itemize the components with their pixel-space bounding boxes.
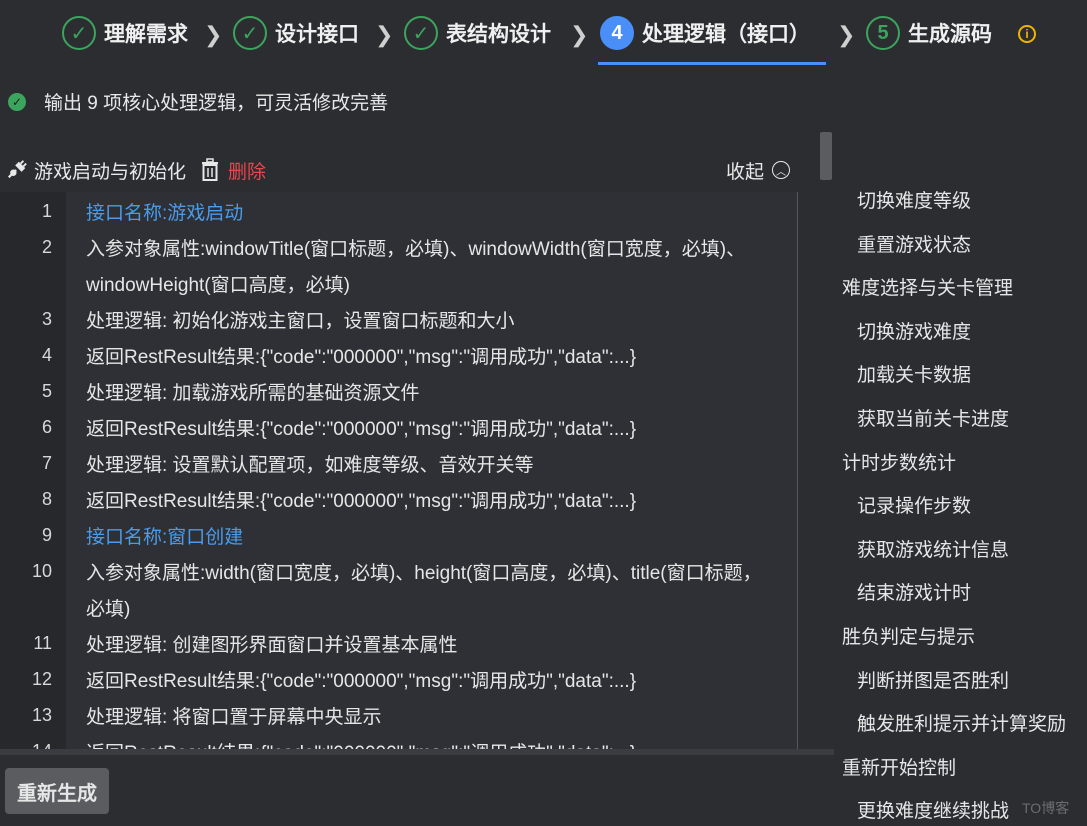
- code-line-text: 返回RestResult结果:{"code":"000000","msg":"调…: [86, 419, 637, 440]
- collapse-button[interactable]: 收起 ︿: [726, 157, 790, 184]
- active-step-underline: [598, 62, 826, 65]
- line-number: 7: [41, 453, 52, 473]
- chevron-right-icon: ❯: [837, 22, 856, 47]
- code-line-text: 处理逻辑: 加载游戏所需的基础资源文件: [86, 383, 420, 404]
- plug-icon: [7, 160, 27, 179]
- step-number-badge: 5: [866, 16, 900, 50]
- nav-group-item[interactable]: 计时步数统计: [842, 448, 956, 475]
- code-line-text: 处理逻辑: 初始化游戏主窗口，设置窗口标题和大小: [86, 311, 515, 332]
- nav-sub-item[interactable]: 加载关卡数据: [857, 360, 971, 387]
- step-label: 理解需求: [104, 23, 188, 46]
- line-number: 1: [41, 201, 52, 221]
- nav-group-item[interactable]: 胜负判定与提示: [842, 622, 975, 649]
- nav-sub-item[interactable]: 重置游戏状态: [857, 230, 971, 257]
- nav-sub-item[interactable]: 切换难度等级: [857, 186, 971, 213]
- step-label: 处理逻辑（接口）: [642, 23, 810, 46]
- nav-sub-item[interactable]: 触发胜利提示并计算奖励: [857, 709, 1066, 736]
- step-generate-source[interactable]: 5 生成源码: [866, 14, 992, 52]
- line-number: 9: [41, 525, 52, 545]
- code-editor[interactable]: 1 接口名称:游戏启动 2 入参对象属性:windowTitle(窗口标题，必填)、w…: [0, 192, 798, 749]
- chevron-up-circle-icon: ︿: [772, 161, 790, 179]
- line-number: 12: [31, 669, 52, 689]
- nav-group-item[interactable]: 重新开始控制: [842, 753, 956, 780]
- status-message: ✓ 输出 9 项核心处理逻辑，可灵活修改完善: [8, 88, 388, 115]
- code-line-text: 处理逻辑: 设置默认配置项，如难度等级、音效开关等: [86, 455, 534, 476]
- step-understand-requirements[interactable]: ✓ 理解需求: [62, 14, 188, 52]
- line-number: 6: [41, 417, 52, 437]
- line-number: 13: [31, 705, 52, 725]
- code-line-text: 返回RestResult结果:{"code":"000000","msg":"调…: [86, 491, 637, 512]
- step-label: 生成源码: [908, 23, 992, 46]
- chevron-right-icon: ❯: [375, 22, 394, 47]
- nav-sub-item[interactable]: 获取游戏统计信息: [857, 535, 1009, 562]
- line-number: 3: [41, 309, 52, 329]
- line-number: 4: [41, 345, 52, 365]
- section-header: 游戏启动与初始化 删除 收起 ︿: [6, 152, 796, 188]
- line-number: 2: [41, 237, 52, 257]
- step-table-design[interactable]: ✓ 表结构设计: [404, 14, 551, 52]
- regenerate-button[interactable]: 重新生成: [5, 768, 109, 814]
- nav-sub-item[interactable]: 判断拼图是否胜利: [857, 666, 1009, 693]
- step-design-interface[interactable]: ✓ 设计接口: [233, 14, 359, 52]
- line-number: 8: [41, 489, 52, 509]
- step-done-check-icon: ✓: [233, 16, 267, 50]
- chevron-right-icon: ❯: [204, 22, 223, 47]
- vertical-scrollbar-thumb[interactable]: [820, 132, 832, 180]
- info-icon[interactable]: i: [1018, 25, 1036, 43]
- line-number: 11: [33, 633, 52, 653]
- code-line-text: 处理逻辑: 创建图形界面窗口并设置基本属性: [86, 635, 458, 656]
- code-line-text: 入参对象属性:width(窗口宽度，必填)、height(窗口高度，必填)、ti…: [86, 563, 762, 620]
- delete-button[interactable]: 删除: [228, 157, 266, 184]
- code-line-text: 返回RestResult结果:{"code":"000000","msg":"调…: [86, 671, 637, 692]
- code-line-text: 接口名称:游戏启动: [86, 203, 244, 224]
- code-line-text: 返回RestResult结果:{"code":"000000","msg":"调…: [86, 736, 776, 749]
- nav-sub-item[interactable]: 获取当前关卡进度: [857, 404, 1009, 431]
- trash-icon[interactable]: [200, 158, 220, 182]
- chevron-right-icon: ❯: [570, 22, 589, 47]
- horizontal-scrollbar[interactable]: [0, 749, 834, 755]
- step-number-badge: 4: [600, 16, 634, 50]
- code-line-text: 入参对象属性:windowTitle(窗口标题，必填)、windowWidth(…: [86, 239, 746, 296]
- step-done-check-icon: ✓: [62, 16, 96, 50]
- step-label: 表结构设计: [446, 23, 551, 46]
- line-number: 10: [31, 561, 52, 581]
- step-label: 设计接口: [275, 23, 359, 46]
- section-title: 游戏启动与初始化: [34, 161, 187, 183]
- nav-group-item[interactable]: 难度选择与关卡管理: [842, 273, 1013, 300]
- nav-sub-item[interactable]: 结束游戏计时: [857, 578, 971, 605]
- step-processing-logic[interactable]: 4 处理逻辑（接口）: [600, 14, 810, 52]
- status-text: 输出 9 项核心处理逻辑，可灵活修改完善: [44, 93, 389, 114]
- line-number: 5: [41, 381, 52, 401]
- nav-sub-item[interactable]: 记录操作步数: [857, 491, 971, 518]
- collapse-label: 收起: [725, 161, 764, 183]
- line-number: 14: [0, 741, 52, 749]
- code-line-text: 返回RestResult结果:{"code":"000000","msg":"调…: [86, 347, 637, 368]
- check-circle-icon: ✓: [8, 92, 26, 111]
- progress-stepper: ✓ 理解需求 ❯ ✓ 设计接口 ❯ ✓ 表结构设计 ❯ 4 处理逻辑（接口） ❯…: [0, 0, 1087, 68]
- code-line-text: 处理逻辑: 将窗口置于屏幕中央显示: [86, 707, 382, 728]
- code-line-text: 接口名称:窗口创建: [86, 527, 244, 548]
- watermark: TO博客: [1022, 800, 1070, 816]
- step-done-check-icon: ✓: [404, 16, 438, 50]
- nav-sub-item[interactable]: 切换游戏难度: [857, 317, 971, 344]
- nav-sub-item[interactable]: 更换难度继续挑战: [857, 796, 1009, 823]
